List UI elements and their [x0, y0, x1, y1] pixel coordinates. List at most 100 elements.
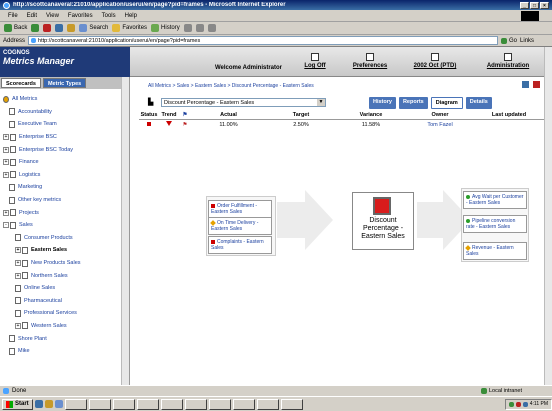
quicklaunch-folder-icon[interactable]	[44, 400, 53, 408]
metric-select[interactable]: Discount Percentage - Eastern Sales ▼	[161, 98, 326, 107]
diagram-node-pipeline[interactable]: Pipeline conversion rate - Eastern Sales	[463, 215, 527, 233]
logoff-link[interactable]: Log Off	[285, 53, 345, 69]
taskbar-task[interactable]	[112, 398, 135, 410]
expand-icon[interactable]: +	[3, 209, 9, 216]
menu-favorites[interactable]: Favorites	[68, 13, 93, 19]
tree-scrollbar[interactable]	[121, 77, 129, 385]
diagram-node-on-time-delivery[interactable]: On Time Delivery - Eastern Sales	[208, 217, 272, 235]
tree-item[interactable]: Shore Plant	[3, 332, 126, 345]
links-button[interactable]: Links	[520, 38, 534, 44]
tree-item[interactable]: Mike	[3, 345, 126, 358]
menu-tools[interactable]: Tools	[102, 13, 116, 19]
expand-icon[interactable]: +	[15, 272, 21, 279]
taskbar-task[interactable]	[280, 398, 303, 410]
refresh-icon[interactable]	[55, 24, 64, 32]
preferences-link[interactable]: Preferences	[340, 53, 400, 69]
diagram-center-metric[interactable]: Discount Percentage - Eastern Sales	[352, 192, 414, 250]
tab-history[interactable]: History	[369, 97, 396, 109]
tree-item-label: Shore Plant	[18, 335, 47, 342]
breadcrumb[interactable]: All Metrics > Sales > Eastern Sales > Di…	[148, 83, 314, 89]
tree-item[interactable]: Consumer Products	[3, 232, 126, 245]
tree-item[interactable]: Pharmaceutical	[3, 295, 126, 308]
table-row[interactable]: ⚑ 11.00% 2.50% 11.58% Tom Fazel	[139, 120, 544, 129]
tree-item[interactable]: + New Products Sales	[3, 257, 126, 270]
chevron-down-icon[interactable]: ▼	[317, 99, 325, 106]
diagram-node-order-fulfillment[interactable]: Order Fulfillment - Eastern Sales	[208, 200, 272, 218]
tree-item[interactable]: Professional Services	[3, 307, 126, 320]
mail-icon[interactable]	[183, 24, 192, 32]
search-button[interactable]: Search	[79, 24, 108, 32]
tab-reports[interactable]: Reports	[398, 97, 428, 109]
expand-icon[interactable]: +	[3, 134, 9, 141]
tab-metric-types[interactable]: Metric Types	[42, 78, 87, 88]
tree-item[interactable]: - Sales	[3, 219, 126, 232]
expand-icon[interactable]: +	[15, 247, 21, 254]
quicklaunch-ie-icon[interactable]	[34, 400, 43, 408]
administration-link[interactable]: Administration	[478, 53, 538, 69]
close-button[interactable]: ×	[540, 1, 549, 9]
taskbar-task[interactable]	[160, 398, 183, 410]
tray-network-icon[interactable]	[508, 401, 514, 407]
address-input[interactable]: http://scottcanaveral:21010/application/…	[28, 36, 499, 45]
close-icon[interactable]	[533, 81, 540, 88]
forward-arrow-icon[interactable]	[31, 24, 40, 32]
diagram-node-revenue[interactable]: Revenue - Eastern Sales	[463, 242, 527, 260]
tree-item[interactable]: + Logistics	[3, 169, 126, 182]
tree-item[interactable]: Other key metrics	[3, 194, 126, 207]
go-button[interactable]: Go	[501, 37, 517, 44]
scorecard-icon	[10, 221, 16, 229]
tree-item[interactable]: Marketing	[3, 181, 126, 194]
tree-item[interactable]: Accountability	[3, 106, 126, 119]
stop-icon[interactable]	[43, 24, 52, 32]
diagram-node-avg-wait[interactable]: Avg Wait per Customer - Eastern Sales	[463, 191, 527, 209]
minimize-button[interactable]: _	[520, 1, 529, 9]
quicklaunch-desktop-icon[interactable]	[54, 400, 63, 408]
tree-item[interactable]: Online Sales	[3, 282, 126, 295]
maximize-button[interactable]: □	[530, 1, 539, 9]
tree-item[interactable]: + Northern Sales	[3, 269, 126, 282]
menu-view[interactable]: View	[46, 13, 59, 19]
home-icon[interactable]	[522, 81, 529, 88]
taskbar-task[interactable]	[184, 398, 207, 410]
page-scrollbar[interactable]	[544, 47, 552, 385]
expand-icon[interactable]: +	[3, 146, 9, 153]
start-button[interactable]: Start	[2, 398, 33, 410]
tab-details[interactable]: Details	[465, 97, 492, 109]
period-link[interactable]: 2002 Oct (PTD)	[405, 53, 465, 69]
menu-file[interactable]: File	[8, 13, 18, 19]
menu-help[interactable]: Help	[125, 13, 137, 19]
history-button[interactable]: History	[151, 24, 180, 32]
taskbar-task[interactable]	[88, 398, 111, 410]
favorites-button[interactable]: Favorites	[112, 24, 147, 32]
tray-volume-icon[interactable]	[522, 401, 528, 407]
expand-icon[interactable]: +	[15, 260, 21, 267]
collapse-icon[interactable]: -	[3, 222, 9, 229]
status-good-icon	[466, 194, 470, 199]
tree-item[interactable]: All Metrics	[3, 93, 126, 106]
home-icon[interactable]	[67, 24, 76, 32]
tray-alert-icon[interactable]	[515, 401, 521, 407]
menu-edit[interactable]: Edit	[27, 13, 37, 19]
tree-item[interactable]: + Eastern Sales	[3, 244, 126, 257]
taskbar-task[interactable]	[256, 398, 279, 410]
status-bad-icon	[211, 239, 215, 244]
taskbar-task[interactable]	[232, 398, 255, 410]
print-icon[interactable]	[195, 24, 204, 32]
expand-icon[interactable]: +	[3, 159, 9, 166]
taskbar-task[interactable]	[64, 398, 87, 410]
tree-item[interactable]: + Western Sales	[3, 320, 126, 333]
expand-icon[interactable]: +	[15, 322, 21, 329]
tree-item[interactable]: Executive Team	[3, 118, 126, 131]
tree-item[interactable]: + Finance	[3, 156, 126, 169]
tree-item[interactable]: + Enterprise BSC	[3, 131, 126, 144]
diagram-node-complaints[interactable]: Complaints - Eastern Sales	[208, 236, 272, 254]
tab-scorecards[interactable]: Scorecards	[1, 78, 41, 88]
taskbar-task[interactable]	[208, 398, 231, 410]
edit-icon[interactable]	[207, 24, 216, 32]
tree-item[interactable]: + Enterprise BSC Today	[3, 143, 126, 156]
expand-icon[interactable]: +	[3, 171, 9, 178]
tree-item[interactable]: + Projects	[3, 206, 126, 219]
back-button[interactable]: Back	[4, 24, 27, 32]
taskbar-task[interactable]	[136, 398, 159, 410]
tab-diagram[interactable]: Diagram	[430, 97, 463, 109]
